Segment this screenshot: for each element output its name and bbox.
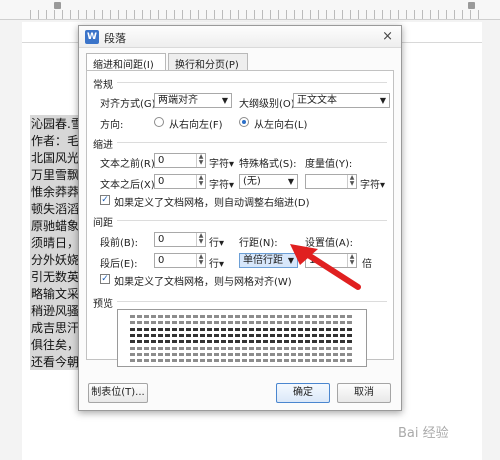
- doc-line: 沁园春.雪: [31, 117, 83, 131]
- snap-to-grid-label: 如果定义了文档网格，则与网格对齐(W): [114, 277, 292, 288]
- dialog-titlebar[interactable]: W 段落 ×: [79, 26, 401, 48]
- dropdown-arrow-icon: ▼: [287, 177, 294, 186]
- alignment-select[interactable]: 两端对齐 ▼: [154, 93, 232, 108]
- spin-buttons-icon[interactable]: ▲ ▼: [196, 254, 205, 267]
- special-format-label: 特殊格式(S):: [239, 159, 297, 170]
- indent-before-label: 文本之前(R):: [100, 159, 159, 170]
- space-after-unit[interactable]: 行▾: [209, 255, 224, 270]
- horizontal-ruler[interactable]: [0, 0, 500, 20]
- close-icon[interactable]: ×: [382, 29, 393, 44]
- preview-line: [130, 321, 354, 324]
- tab-stops-button[interactable]: 制表位(T)...: [88, 383, 148, 403]
- dropdown-arrow-icon: ▼: [221, 96, 228, 105]
- left-indent-marker[interactable]: [54, 2, 61, 9]
- preview-line: [130, 334, 354, 337]
- ltr-label: 从左向右(L): [254, 120, 308, 131]
- auto-indent-checkbox[interactable]: ✓: [100, 195, 110, 205]
- spacing-section-header: 间距: [93, 218, 113, 229]
- indent-after-input[interactable]: 0 ▲ ▼: [154, 174, 206, 189]
- alignment-value: 两端对齐: [158, 95, 198, 106]
- cancel-button[interactable]: 取消: [337, 383, 391, 403]
- preview-line: [130, 353, 354, 356]
- preview-line: [130, 359, 354, 362]
- space-before-value: 0: [158, 234, 165, 245]
- red-arrow-icon: [290, 244, 361, 290]
- indent-before-unit[interactable]: 字符▾: [209, 155, 234, 170]
- space-after-input[interactable]: 0 ▲ ▼: [154, 253, 206, 268]
- general-section-header: 常规: [93, 80, 113, 91]
- line-spacing-label: 行距(N):: [239, 238, 278, 249]
- spin-buttons-icon[interactable]: ▲ ▼: [347, 175, 356, 188]
- space-after-label: 段后(E):: [100, 259, 138, 270]
- indent-after-label: 文本之后(X):: [100, 180, 159, 191]
- tab-line-page-break[interactable]: 换行和分页(P): [168, 53, 248, 71]
- indent-section-header: 缩进: [93, 140, 113, 151]
- snap-to-grid-checkbox[interactable]: ✓: [100, 274, 110, 284]
- line-spacing-value: 单倍行距: [243, 255, 283, 266]
- dropdown-arrow-icon: ▼: [379, 96, 386, 105]
- paragraph-preview: [117, 309, 367, 367]
- indent-before-value: 0: [158, 155, 165, 166]
- space-after-value: 0: [158, 255, 165, 266]
- section-divider: [117, 220, 387, 221]
- special-format-value: (无): [243, 176, 261, 187]
- measure-input[interactable]: ▲ ▼: [305, 174, 357, 189]
- ruler-scale: [30, 10, 480, 19]
- indent-before-input[interactable]: 0 ▲ ▼: [154, 153, 206, 168]
- preview-line: [130, 340, 354, 343]
- watermark: Bai 经验: [398, 426, 449, 441]
- tab-indent-spacing[interactable]: 缩进和间距(I): [86, 53, 166, 71]
- direction-label: 方向:: [100, 120, 124, 131]
- preview-line: [130, 315, 354, 318]
- preview-line: [130, 347, 354, 350]
- section-divider: [117, 82, 387, 83]
- rtl-label: 从右向左(F): [169, 120, 223, 131]
- preview-section-header: 预览: [93, 299, 113, 310]
- measure-unit[interactable]: 字符▾: [360, 176, 385, 191]
- indent-after-value: 0: [158, 176, 165, 187]
- wps-app-icon: W: [85, 30, 99, 44]
- alignment-label: 对齐方式(G):: [100, 99, 159, 110]
- outline-level-label: 大纲级别(O):: [239, 99, 299, 110]
- spin-buttons-icon[interactable]: ▲ ▼: [196, 175, 205, 188]
- space-before-input[interactable]: 0 ▲ ▼: [154, 232, 206, 247]
- spin-buttons-icon[interactable]: ▲ ▼: [196, 233, 205, 246]
- section-divider: [117, 142, 387, 143]
- spin-buttons-icon[interactable]: ▲ ▼: [196, 154, 205, 167]
- outline-level-value: 正文文本: [297, 95, 337, 106]
- ok-button[interactable]: 确定: [276, 383, 330, 403]
- measure-label: 度量值(Y):: [305, 159, 353, 170]
- special-format-select[interactable]: (无) ▼: [239, 174, 298, 189]
- paragraph-dialog: W 段落 × 缩进和间距(I) 换行和分页(P) 常规 对齐方式(G): 两端对…: [78, 25, 402, 411]
- section-divider: [117, 301, 387, 302]
- rtl-radio[interactable]: [154, 117, 164, 127]
- indent-after-unit[interactable]: 字符▾: [209, 176, 234, 191]
- space-before-unit[interactable]: 行▾: [209, 234, 224, 249]
- preview-line: [130, 328, 354, 331]
- right-indent-marker[interactable]: [468, 2, 475, 9]
- ltr-radio[interactable]: [239, 117, 249, 127]
- space-before-label: 段前(B):: [100, 238, 139, 249]
- dialog-title: 段落: [104, 32, 126, 45]
- outline-level-select[interactable]: 正文文本 ▼: [293, 93, 390, 108]
- auto-indent-label: 如果定义了文档网格，则自动调整右缩进(D): [114, 198, 310, 209]
